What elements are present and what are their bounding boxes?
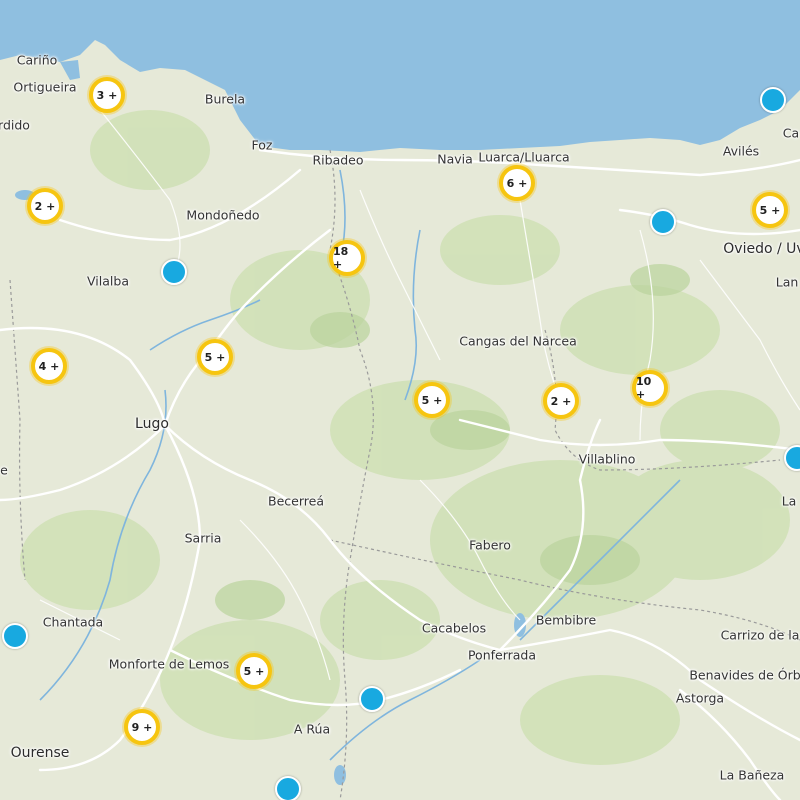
place-fabero: Fabero	[469, 537, 511, 553]
place-sarria: Sarria	[184, 530, 222, 546]
place-aviles: Avilés	[722, 143, 760, 159]
cluster-marker[interactable]: 5 +	[752, 192, 788, 228]
location-marker[interactable]	[760, 87, 786, 113]
place-astorga: Astorga	[675, 690, 725, 706]
place-foz: Foz	[251, 137, 273, 153]
place-chantada: Chantada	[42, 614, 104, 630]
place-la-baneza: La Bañeza	[719, 767, 785, 783]
place-label-edge: e	[0, 462, 8, 478]
place-oviedo: Oviedo / Uv	[723, 241, 800, 257]
place-la-partial: La	[781, 493, 797, 509]
cluster-marker[interactable]: 4 +	[31, 348, 67, 384]
location-marker[interactable]	[2, 623, 28, 649]
place-cangas-del-narcea: Cangas del Narcea	[459, 333, 577, 349]
place-monforte-de-lemos: Monforte de Lemos	[108, 656, 230, 672]
place-benavides: Benavides de Órb	[689, 667, 800, 683]
place-ribadeo: Ribadeo	[312, 152, 364, 168]
cluster-marker[interactable]: 5 +	[197, 339, 233, 375]
place-a-rua: A Rúa	[293, 721, 331, 737]
cluster-marker[interactable]: 5 +	[236, 653, 272, 689]
place-label-partial: rdido	[0, 117, 30, 133]
location-marker[interactable]	[359, 686, 385, 712]
place-ortigueira: Ortigueira	[13, 79, 77, 95]
place-burela: Burela	[204, 91, 246, 107]
place-langreo-partial: Lan	[775, 274, 799, 290]
place-ourense: Ourense	[10, 745, 70, 761]
cluster-marker[interactable]: 6 +	[499, 165, 535, 201]
location-marker[interactable]	[275, 776, 301, 800]
place-lugo: Lugo	[135, 416, 169, 432]
place-cangas-partial: Ca	[782, 125, 800, 141]
place-cacabelos: Cacabelos	[421, 620, 487, 636]
cluster-marker[interactable]: 10 +	[632, 370, 668, 406]
map-base-layer	[0, 0, 800, 800]
cluster-marker[interactable]: 5 +	[414, 382, 450, 418]
place-navia: Navia	[437, 151, 473, 167]
cluster-marker[interactable]: 2 +	[27, 188, 63, 224]
location-marker[interactable]	[650, 209, 676, 235]
map[interactable]: Cariño Ortigueira rdido Burela Foz Ribad…	[0, 0, 800, 800]
cluster-marker[interactable]: 18 +	[329, 240, 365, 276]
place-vilalba: Vilalba	[87, 273, 129, 289]
place-luarca: Luarca/Lluarca	[478, 149, 570, 165]
cluster-marker[interactable]: 2 +	[543, 383, 579, 419]
place-carrizo: Carrizo de la	[720, 627, 800, 643]
place-ponferrada: Ponferrada	[467, 647, 537, 663]
place-villablino: Villablino	[578, 451, 636, 467]
cluster-marker[interactable]: 3 +	[89, 77, 125, 113]
place-carino: Cariño	[16, 52, 58, 68]
place-bembibre: Bembibre	[535, 612, 597, 628]
place-mondonedo: Mondoñedo	[186, 207, 260, 223]
cluster-marker[interactable]: 9 +	[124, 709, 160, 745]
location-marker[interactable]	[161, 259, 187, 285]
place-becerrea: Becerreá	[268, 493, 324, 509]
